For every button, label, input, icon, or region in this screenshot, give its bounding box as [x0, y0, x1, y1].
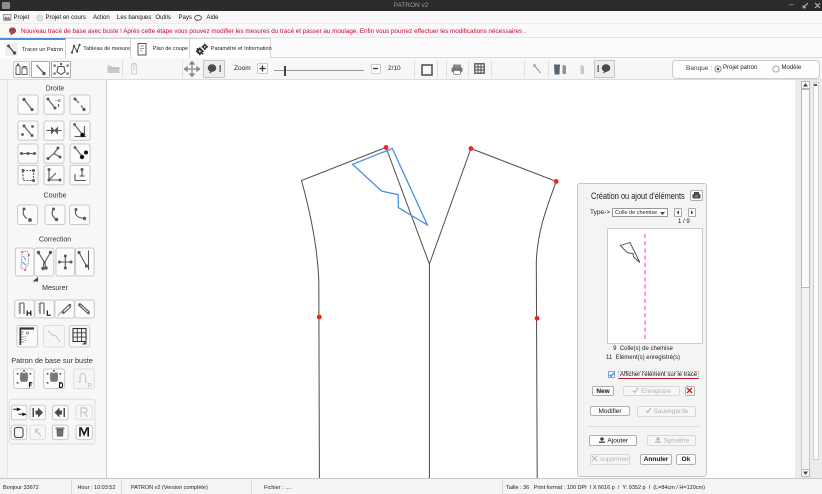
svg-text:Mesurer: Mesurer — [42, 285, 68, 292]
svg-text:Patron de base sur buste: Patron de base sur buste — [11, 356, 93, 365]
svg-text:Courbe: Courbe — [44, 193, 67, 200]
svg-text:–α: –α — [55, 98, 61, 104]
svg-text:Droite: Droite — [46, 86, 65, 93]
svg-text:Correction: Correction — [39, 237, 71, 244]
